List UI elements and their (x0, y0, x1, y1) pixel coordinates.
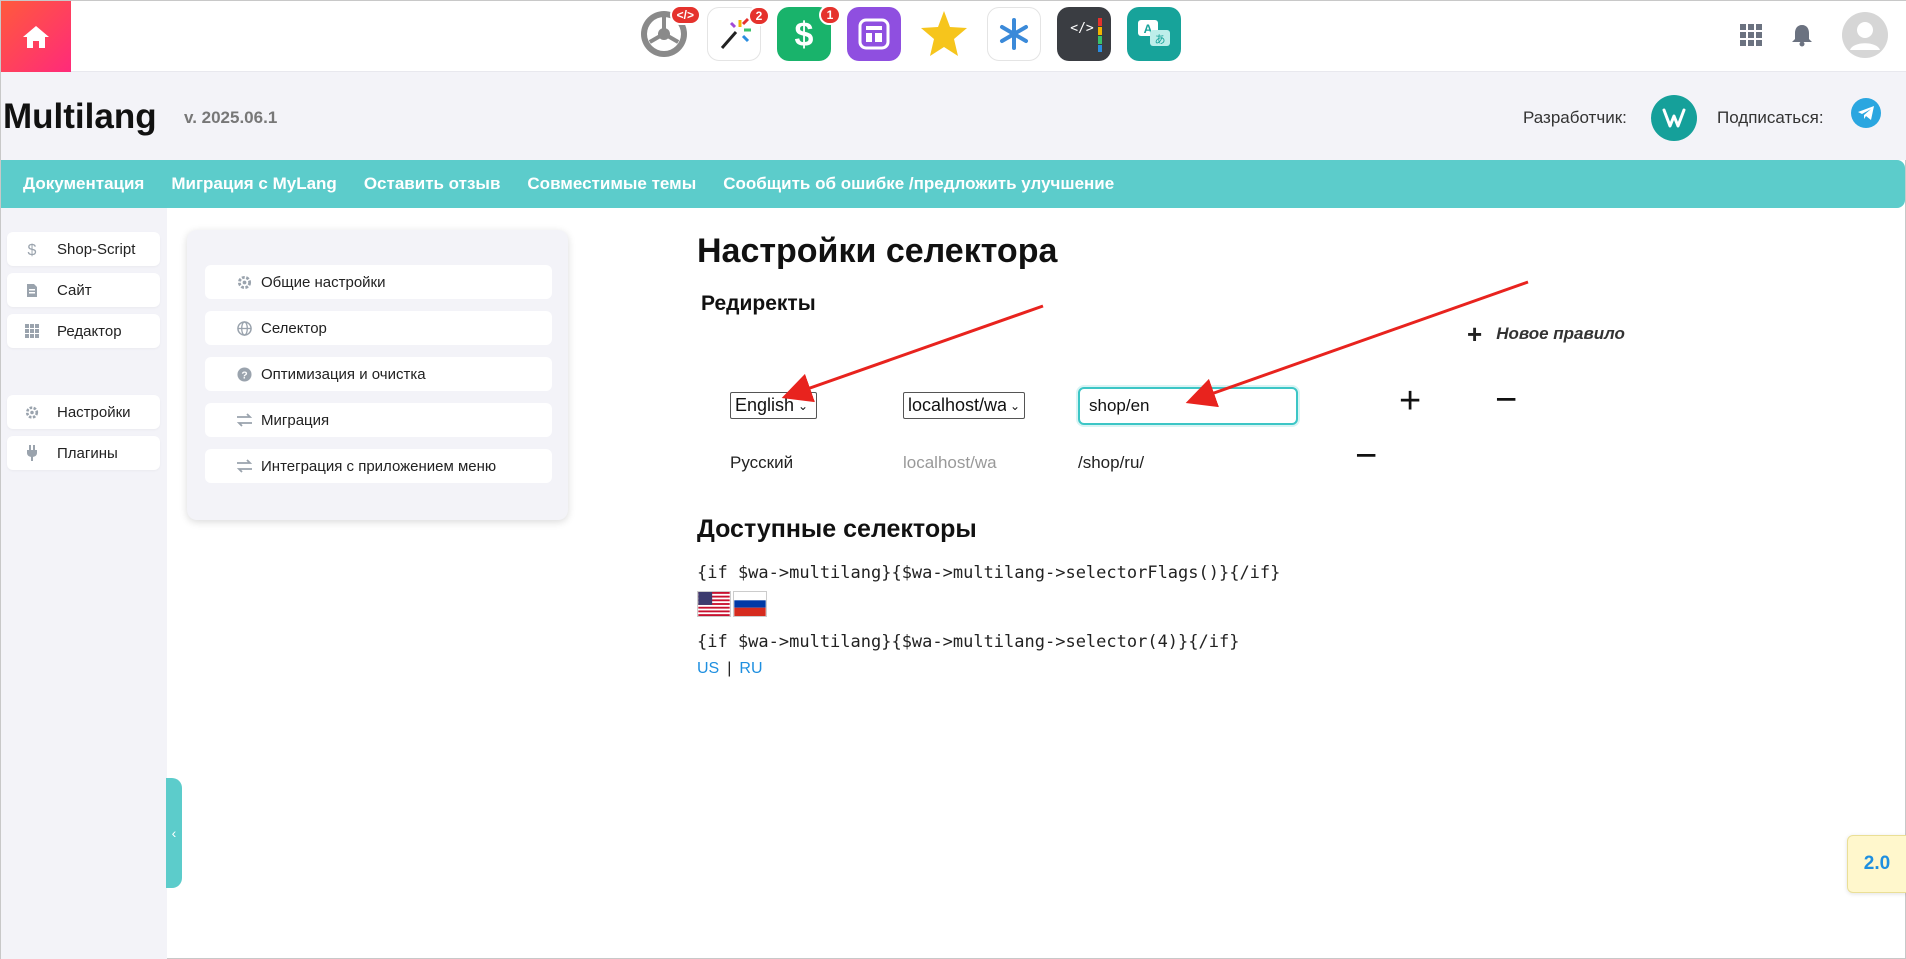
us-flag-icon[interactable] (697, 591, 731, 617)
link-separator: | (727, 660, 732, 677)
link-ru[interactable]: RU (739, 660, 762, 678)
code-selector-flags: {if $wa->multilang}{$wa->multilang->sele… (697, 563, 1281, 583)
annotation-arrows (781, 280, 1529, 408)
text-selector-preview: US | RU (697, 660, 763, 678)
available-selectors-title: Доступные селекторы (697, 515, 977, 543)
arrow-to-language-select (781, 304, 1044, 403)
arrow-to-path-input (1185, 280, 1529, 408)
flag-selector-preview (697, 591, 767, 617)
link-us[interactable]: US (697, 660, 719, 678)
floating-version-badge[interactable]: 2.0 (1847, 835, 1906, 893)
code-selector-text: {if $wa->multilang}{$wa->multilang->sele… (697, 632, 1240, 652)
ru-flag-icon[interactable] (733, 591, 767, 617)
